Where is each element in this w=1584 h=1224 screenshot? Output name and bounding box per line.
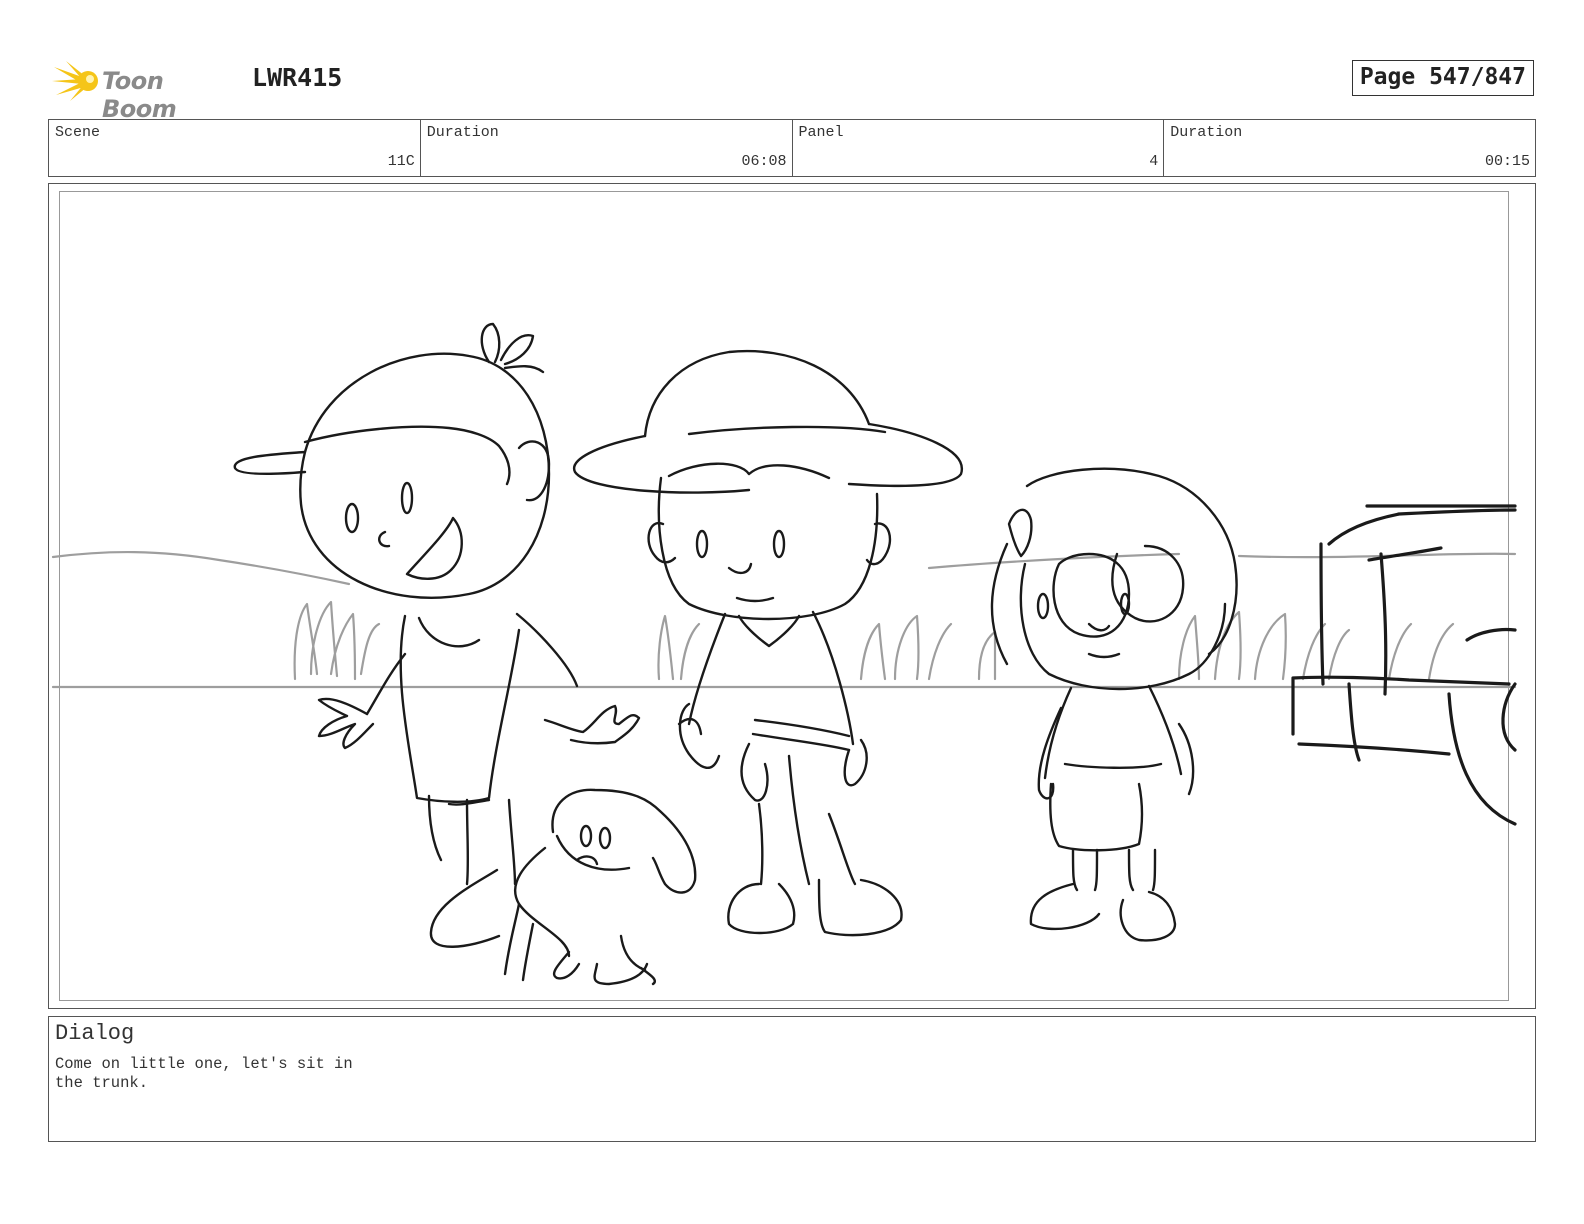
character-middle-boy — [572, 349, 964, 937]
project-code: LWR415 — [252, 63, 343, 92]
panel-duration-label: Duration — [1170, 124, 1243, 141]
toon-boom-logo: Toon Boom — [52, 57, 242, 123]
page-counter: Page 547/847 — [1351, 60, 1534, 96]
panel-info-row: Scene 11C Duration 06:08 Panel 4 Duratio… — [48, 119, 1536, 177]
panel-value: 4 — [1149, 153, 1159, 170]
dialog-title: Dialog — [55, 1021, 135, 1046]
storyboard-sketch — [51, 322, 1517, 986]
character-dog — [429, 788, 697, 986]
storyboard-panel — [48, 183, 1536, 1009]
panel-label: Panel — [798, 124, 844, 141]
scene-duration-cell: Duration 06:08 — [421, 120, 793, 176]
panel-cell: Panel 4 — [793, 120, 1165, 176]
dialog-box: Dialog Come on little one, let's sit in … — [48, 1016, 1536, 1142]
panel-duration-cell: Duration 00:15 — [1164, 120, 1535, 176]
character-girl — [990, 467, 1238, 942]
logo-text: Toon Boom — [102, 67, 177, 123]
scene-duration-label: Duration — [426, 124, 499, 141]
panel-duration-value: 00:15 — [1484, 153, 1530, 170]
scene-duration-value: 06:08 — [741, 153, 787, 170]
scene-cell: Scene 11C — [49, 120, 421, 176]
character-left-boy — [233, 322, 641, 886]
page-header: Toon Boom LWR415 Page 547/847 — [52, 55, 1534, 123]
dialog-text: Come on little one, let's sit in the tru… — [55, 1055, 353, 1092]
scene-label: Scene — [55, 124, 101, 141]
scene-value: 11C — [387, 153, 415, 170]
